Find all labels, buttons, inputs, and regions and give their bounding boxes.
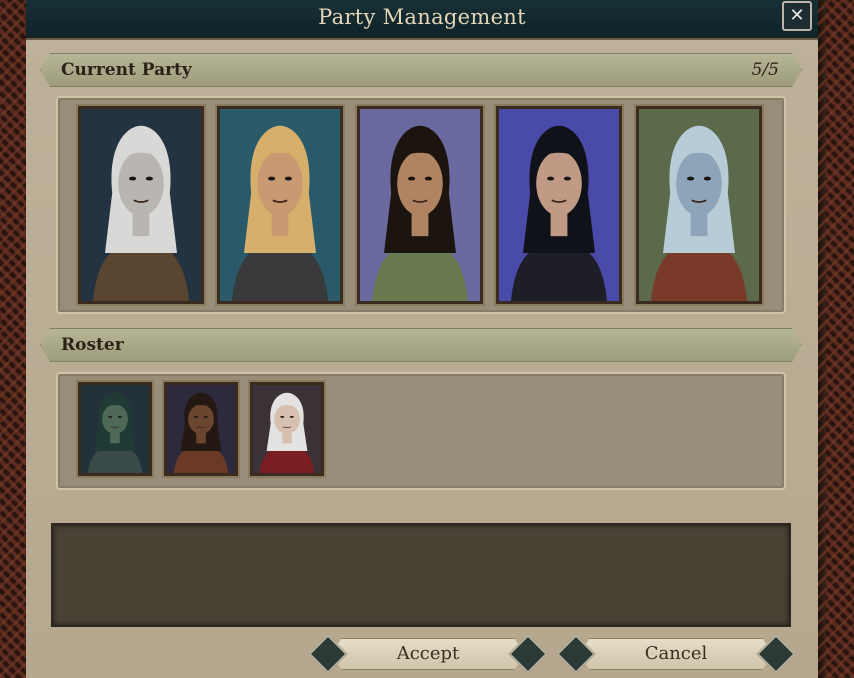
main-panel: Current Party 5/5 Roster Accept Cancel [26,40,818,678]
description-box [51,523,791,627]
roster-label: Roster [61,335,124,355]
right-ornate-border [818,0,854,678]
left-ornate-border [0,0,26,678]
roster-member-portrait[interactable] [248,380,326,478]
accept-button[interactable]: Accept [308,634,548,674]
party-member-portrait[interactable] [76,104,206,306]
party-member-portrait[interactable] [355,104,485,306]
close-button[interactable]: ✕ [782,1,812,31]
portrait-green-half-orc [81,385,149,473]
roster-member-portrait[interactable] [162,380,240,478]
party-count: 5/5 [751,60,779,80]
accept-label: Accept [396,643,460,664]
portrait-blue-oread [639,109,759,301]
window-title: Party Management [318,5,526,29]
current-party-header: Current Party 5/5 [40,53,802,87]
roster-header: Roster [40,328,802,362]
portrait-hooded-woman [360,109,480,301]
portrait-dark-elf [499,109,619,301]
cancel-label: Cancel [644,643,708,664]
roster-member-portrait[interactable] [76,380,154,478]
close-x-icon: ✕ [789,5,805,26]
party-member-portrait[interactable] [494,104,624,306]
portrait-dark-man [167,385,235,473]
cancel-button[interactable]: Cancel [556,634,796,674]
current-party-label: Current Party [61,60,192,80]
portrait-blond-warrior [220,109,340,301]
portrait-white-haired-gnome [253,385,321,473]
party-member-portrait[interactable] [634,104,764,306]
portrait-pale-elf [81,109,201,301]
title-bar: Party Management [26,0,818,40]
party-member-portrait[interactable] [215,104,345,306]
